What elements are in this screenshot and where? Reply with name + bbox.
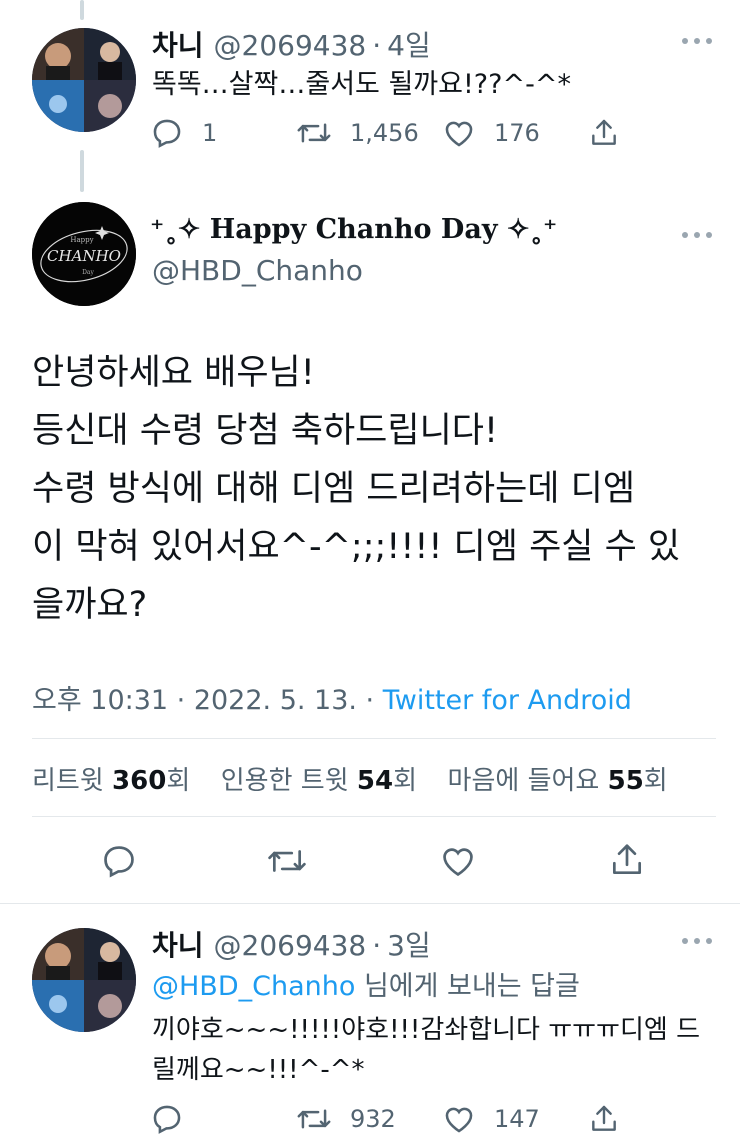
like-count: 176 bbox=[494, 119, 540, 147]
quotes-count: 54 bbox=[356, 766, 394, 796]
tweet-source-link[interactable]: Twitter for Android bbox=[383, 685, 632, 716]
avatar-image bbox=[32, 928, 136, 1032]
avatar[interactable] bbox=[32, 928, 136, 1032]
text-line: 이 막혀 있어서요^-^;;;!!!! 디엠 주실 수 있 bbox=[32, 527, 681, 567]
main-avatar[interactable]: Happy CHANHO Day bbox=[32, 202, 136, 306]
reply2-tweet[interactable]: 차니 @2069438 · 3일 @HBD_Chanho 님에게 보내는 답글 … bbox=[0, 904, 740, 1146]
tweet-time[interactable]: 4일 bbox=[387, 24, 431, 64]
time-separator: · bbox=[372, 29, 382, 62]
retweet-icon bbox=[297, 123, 331, 143]
share-icon bbox=[612, 844, 642, 875]
dot bbox=[682, 38, 688, 44]
main-share-button[interactable] bbox=[608, 840, 646, 884]
engagement-stats: 리트윗 360회 인용한 트윗 54회 마음에 들어요 55회 bbox=[32, 760, 668, 797]
text-line: 릴께요~~!!!^-^* bbox=[152, 1055, 365, 1085]
text-line: 끼야호~~~!!!!!야호!!!감솨합니다 ㅠㅠㅠ디엠 드 bbox=[152, 1015, 700, 1045]
more-options-button[interactable] bbox=[682, 230, 712, 240]
main-like-button[interactable] bbox=[438, 842, 478, 884]
avatar-logo-bottom: Day bbox=[82, 269, 94, 276]
share-icon bbox=[592, 119, 616, 145]
avatar-logo-top: Happy bbox=[70, 236, 93, 244]
dot bbox=[706, 938, 712, 944]
author-name[interactable]: 차니 bbox=[152, 24, 204, 64]
quotes-label: 인용한 트윗 bbox=[220, 766, 357, 796]
like-action[interactable]: 176 bbox=[442, 116, 540, 150]
heart-icon bbox=[445, 121, 473, 147]
tweet-time[interactable]: 3일 bbox=[387, 924, 431, 964]
thread-line-connector bbox=[80, 150, 84, 192]
main-author-name[interactable]: ⁺˳✧ Happy Chanho Day ✧˳⁺ bbox=[150, 214, 557, 245]
author-name[interactable]: 차니 bbox=[152, 924, 204, 964]
quotes-stat[interactable]: 인용한 트윗 54회 bbox=[221, 766, 417, 796]
time-separator: · bbox=[372, 929, 382, 962]
divider bbox=[32, 738, 716, 739]
reply1-tweet[interactable]: 차니 @2069438 · 4일 똑똑…살짝…줄서도 될까요!??^-^* 1 … bbox=[0, 0, 740, 190]
retweets-label: 리트윗 bbox=[32, 766, 113, 796]
main-tweet-text: 안녕하세요 배우님! 등신대 수령 당첨 축하드립니다! 수령 방식에 대해 디… bbox=[32, 344, 680, 634]
replying-to-handle[interactable]: @HBD_Chanho bbox=[152, 971, 355, 1002]
more-options-button[interactable] bbox=[682, 936, 712, 946]
replying-to-label: 님에게 보내는 답글 bbox=[355, 971, 580, 1002]
main-retweet-button[interactable] bbox=[266, 842, 308, 884]
quotes-unit: 회 bbox=[393, 766, 418, 796]
dot bbox=[682, 232, 688, 238]
avatar[interactable] bbox=[32, 28, 136, 132]
dot bbox=[694, 232, 700, 238]
author-handle[interactable]: @2069438 bbox=[214, 929, 367, 962]
heart-icon bbox=[445, 1107, 473, 1133]
retweet-count: 932 bbox=[350, 1105, 396, 1133]
retweet-icon bbox=[268, 850, 306, 872]
reply-action[interactable]: 1 bbox=[150, 116, 217, 150]
reply-icon bbox=[104, 846, 134, 878]
text-line: 등신대 수령 당첨 축하드립니다! bbox=[32, 411, 499, 451]
main-author-handle[interactable]: @HBD_Chanho bbox=[152, 254, 363, 287]
retweets-unit: 회 bbox=[166, 766, 191, 796]
replying-to: @HBD_Chanho 님에게 보내는 답글 bbox=[152, 964, 580, 1003]
likes-stat[interactable]: 마음에 들어요 55회 bbox=[448, 766, 668, 796]
likes-count: 55 bbox=[607, 766, 644, 796]
retweet-count: 1,456 bbox=[350, 119, 419, 147]
author-handle[interactable]: @2069438 bbox=[214, 29, 367, 62]
likes-label: 마음에 들어요 bbox=[447, 766, 608, 796]
retweets-count: 360 bbox=[112, 766, 167, 796]
divider bbox=[32, 816, 716, 817]
retweets-stat[interactable]: 리트윗 360회 bbox=[32, 766, 190, 796]
tweet-text: 끼야호~~~!!!!!야호!!!감솨합니다 ㅠㅠㅠ디엠 드 릴께요~~!!!^-… bbox=[152, 1010, 700, 1090]
tweet-timestamp[interactable]: 오후 10:31 · 2022. 5. 13. · bbox=[32, 685, 383, 716]
dot bbox=[706, 232, 712, 238]
avatar-logo: Happy CHANHO Day bbox=[32, 202, 136, 306]
likes-unit: 회 bbox=[643, 766, 668, 796]
main-tweet: Happy CHANHO Day ⁺˳✧ Happy Chanho Day ✧˳… bbox=[0, 192, 740, 904]
text-line: 을까요? bbox=[32, 585, 148, 625]
reply-icon bbox=[153, 119, 181, 148]
tweet-text: 똑똑…살짝…줄서도 될까요!??^-^* bbox=[152, 69, 571, 100]
share-icon bbox=[592, 1105, 616, 1131]
reply-count: 1 bbox=[202, 119, 218, 147]
main-reply-button[interactable] bbox=[100, 842, 138, 884]
reply-button[interactable] bbox=[150, 1102, 184, 1136]
dot bbox=[694, 938, 700, 944]
share-button[interactable] bbox=[588, 1102, 620, 1136]
retweet-action[interactable]: 1,456 bbox=[296, 116, 419, 150]
text-line: 수령 방식에 대해 디엠 드리려하는데 디엠 bbox=[32, 469, 636, 509]
heart-icon bbox=[443, 848, 473, 877]
more-options-button[interactable] bbox=[682, 36, 712, 46]
like-action[interactable]: 147 bbox=[442, 1102, 540, 1136]
retweet-icon bbox=[297, 1109, 331, 1129]
avatar-logo-text: CHANHO bbox=[47, 247, 121, 265]
like-count: 147 bbox=[494, 1105, 540, 1133]
reply-icon bbox=[153, 1105, 181, 1134]
dot bbox=[682, 938, 688, 944]
share-button[interactable] bbox=[588, 116, 620, 150]
retweet-action[interactable]: 932 bbox=[296, 1102, 396, 1136]
text-line: 안녕하세요 배우님! bbox=[32, 353, 315, 393]
dot bbox=[694, 38, 700, 44]
dot bbox=[706, 38, 712, 44]
avatar-image bbox=[32, 28, 136, 132]
